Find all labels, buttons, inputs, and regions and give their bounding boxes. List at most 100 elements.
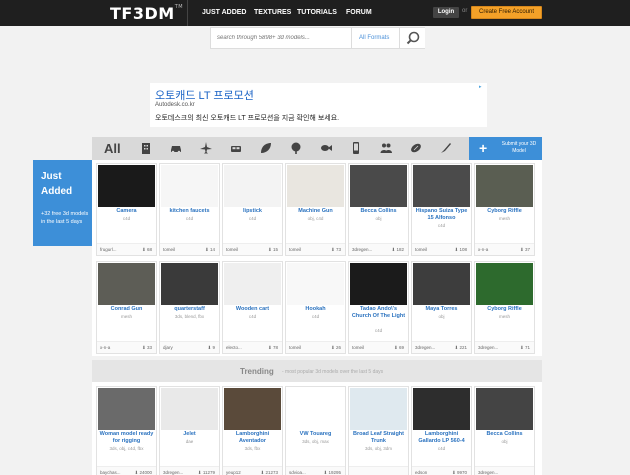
model-uploader[interactable]: 3dregen...: [163, 470, 183, 475]
model-name[interactable]: Machine Gun: [287, 208, 344, 215]
vehicle-icon[interactable]: [229, 141, 243, 155]
model-uploader[interactable]: frugurl...: [100, 247, 117, 252]
model-uploader[interactable]: tomeil: [352, 345, 364, 350]
model-name[interactable]: Maya Torres: [413, 306, 470, 313]
formats-dropdown[interactable]: All Formats: [359, 35, 389, 41]
site-logo[interactable]: TF3DMTM: [110, 4, 183, 23]
nav-just-added[interactable]: JUST ADDED: [202, 9, 246, 16]
model-uploader[interactable]: tomeil: [289, 345, 301, 350]
model-card[interactable]: Broad Leaf Straight Trunk 3ds, obj, 3dm: [348, 386, 409, 475]
create-account-button[interactable]: Create Free Account: [471, 6, 542, 19]
model-name[interactable]: Becca Collins: [476, 431, 533, 438]
model-name[interactable]: Lamborghini Gallardo LP 560-4: [413, 431, 470, 445]
model-card[interactable]: VW Touareg 3ds, obj, max sdvioa... ⬇ 19295: [285, 386, 346, 475]
login-button[interactable]: Login: [433, 7, 459, 18]
model-name[interactable]: Becca Collins: [350, 208, 407, 215]
model-thumbnail[interactable]: [350, 388, 407, 430]
model-card[interactable]: Jelet dae 3dregen... ⬇ 11279: [159, 386, 220, 475]
building-icon[interactable]: [139, 141, 153, 155]
model-card[interactable]: Hispano Suiza Type 15 Alfonso c4d tomeil ⬇ …: [411, 163, 472, 256]
model-uploader[interactable]: 3dregen...: [478, 345, 498, 350]
nav-textures[interactable]: TEXTURES: [254, 9, 291, 16]
model-thumbnail[interactable]: [350, 165, 407, 207]
model-card[interactable]: Becca Collins obj 3dregen... ⬇ 182: [348, 163, 409, 256]
model-name[interactable]: Conrad Gun: [98, 306, 155, 313]
nav-forum[interactable]: FORUM: [346, 9, 372, 16]
model-uploader[interactable]: tomeil: [415, 247, 427, 252]
model-thumbnail[interactable]: [287, 388, 344, 430]
model-card[interactable]: Lamborghini Gallardo LP 560-4 c4d edson ⬇ 9…: [411, 386, 472, 475]
model-name[interactable]: quarterstaff: [161, 306, 218, 313]
model-name[interactable]: Woman model ready for rigging: [98, 431, 155, 445]
model-name[interactable]: VW Touareg: [287, 431, 344, 438]
leaf-icon[interactable]: [259, 141, 273, 155]
model-thumbnail[interactable]: [287, 263, 344, 305]
model-uploader[interactable]: 3dregen...: [352, 247, 372, 252]
adchoices-icon[interactable]: ▸: [479, 84, 486, 91]
model-card[interactable]: Cyborg Riffle mesh x-n-a ⬇ 37: [474, 163, 535, 256]
model-uploader[interactable]: x-n-a: [478, 247, 488, 252]
model-uploader[interactable]: yeup12: [226, 470, 241, 475]
model-uploader[interactable]: 3dregen...: [415, 345, 435, 350]
model-uploader[interactable]: 3dregen...: [478, 470, 498, 475]
people-icon[interactable]: [379, 141, 393, 155]
model-uploader[interactable]: tomeil: [226, 247, 238, 252]
model-name[interactable]: Hookah: [287, 306, 344, 313]
model-name[interactable]: Tadao Ando\'s Church Of The Light: [350, 306, 407, 320]
model-thumbnail[interactable]: [161, 388, 218, 430]
misc-icon[interactable]: [439, 141, 453, 155]
ad-banner[interactable]: 오토캐드 LT 프로모션 Autodesk.co.kr 오토데스크의 최신 오토…: [150, 83, 487, 127]
model-card[interactable]: Cyborg Riffle mesh 3dregen... ⬇ 71: [474, 261, 535, 354]
model-name[interactable]: kitchen faucets: [161, 208, 218, 215]
model-thumbnail[interactable]: [413, 388, 470, 430]
model-uploader[interactable]: tomeil: [163, 247, 175, 252]
sports-icon[interactable]: [409, 141, 423, 155]
model-name[interactable]: Jelet: [161, 431, 218, 438]
model-name[interactable]: Lamborghini Aventador: [224, 431, 281, 445]
model-card[interactable]: Maya Torres obj 3dregen... ⬇ 221: [411, 261, 472, 354]
model-thumbnail[interactable]: [287, 165, 344, 207]
just-added-box[interactable]: Just Added +32 free 3d models in the las…: [33, 160, 92, 246]
model-name[interactable]: Wooden cart: [224, 306, 281, 313]
model-card[interactable]: Machine Gun obj, c4d tomeil ⬇ 73: [285, 163, 346, 256]
model-thumbnail[interactable]: [476, 165, 533, 207]
model-card[interactable]: kitchen faucets c4d tomeil ⬇ 14: [159, 163, 220, 256]
search-button[interactable]: [399, 28, 425, 48]
model-card[interactable]: Woman model ready for rigging 3ds, obj, c…: [96, 386, 157, 475]
model-card[interactable]: Lamborghini Aventador 3ds, fbx yeup12 ⬇ 212…: [222, 386, 283, 475]
search-input[interactable]: [211, 28, 349, 48]
model-thumbnail[interactable]: [413, 263, 470, 305]
model-uploader[interactable]: tomeil: [289, 247, 301, 252]
tree-icon[interactable]: [289, 141, 303, 155]
model-uploader[interactable]: baychas...: [100, 470, 121, 475]
model-name[interactable]: Cyborg Riffle: [476, 306, 533, 313]
model-card[interactable]: Hookah c4d tomeil ⬇ 26: [285, 261, 346, 354]
phone-icon[interactable]: [349, 141, 363, 155]
model-uploader[interactable]: electo...: [226, 345, 242, 350]
model-thumbnail[interactable]: [98, 263, 155, 305]
fish-icon[interactable]: [319, 141, 333, 155]
car-icon[interactable]: [169, 141, 183, 155]
model-thumbnail[interactable]: [98, 388, 155, 430]
model-card[interactable]: Becca Collins obj 3dregen...: [474, 386, 535, 475]
model-uploader[interactable]: sdvioa...: [289, 470, 306, 475]
category-all[interactable]: All: [104, 141, 121, 156]
submit-model-button[interactable]: + Submit your 3D Model: [469, 137, 542, 160]
model-thumbnail[interactable]: [350, 263, 407, 305]
model-thumbnail[interactable]: [476, 388, 533, 430]
model-name[interactable]: lipstick: [224, 208, 281, 215]
model-thumbnail[interactable]: [224, 263, 281, 305]
model-card[interactable]: Tadao Ando\'s Church Of The Light c4d tome…: [348, 261, 409, 354]
model-card[interactable]: Camera c4d frugurl... ⬇ 68: [96, 163, 157, 256]
model-card[interactable]: Wooden cart c4d electo... ⬇ 78: [222, 261, 283, 354]
model-thumbnail[interactable]: [224, 388, 281, 430]
nav-tutorials[interactable]: TUTORIALS: [297, 9, 337, 16]
model-card[interactable]: lipstick c4d tomeil ⬇ 15: [222, 163, 283, 256]
model-name[interactable]: Hispano Suiza Type 15 Alfonso: [413, 208, 470, 222]
model-thumbnail[interactable]: [413, 165, 470, 207]
model-name[interactable]: Broad Leaf Straight Trunk: [350, 431, 407, 445]
airplane-icon[interactable]: [199, 141, 213, 155]
model-name[interactable]: Camera: [98, 208, 155, 215]
model-uploader[interactable]: edson: [415, 470, 427, 475]
model-uploader[interactable]: djary: [163, 345, 173, 350]
